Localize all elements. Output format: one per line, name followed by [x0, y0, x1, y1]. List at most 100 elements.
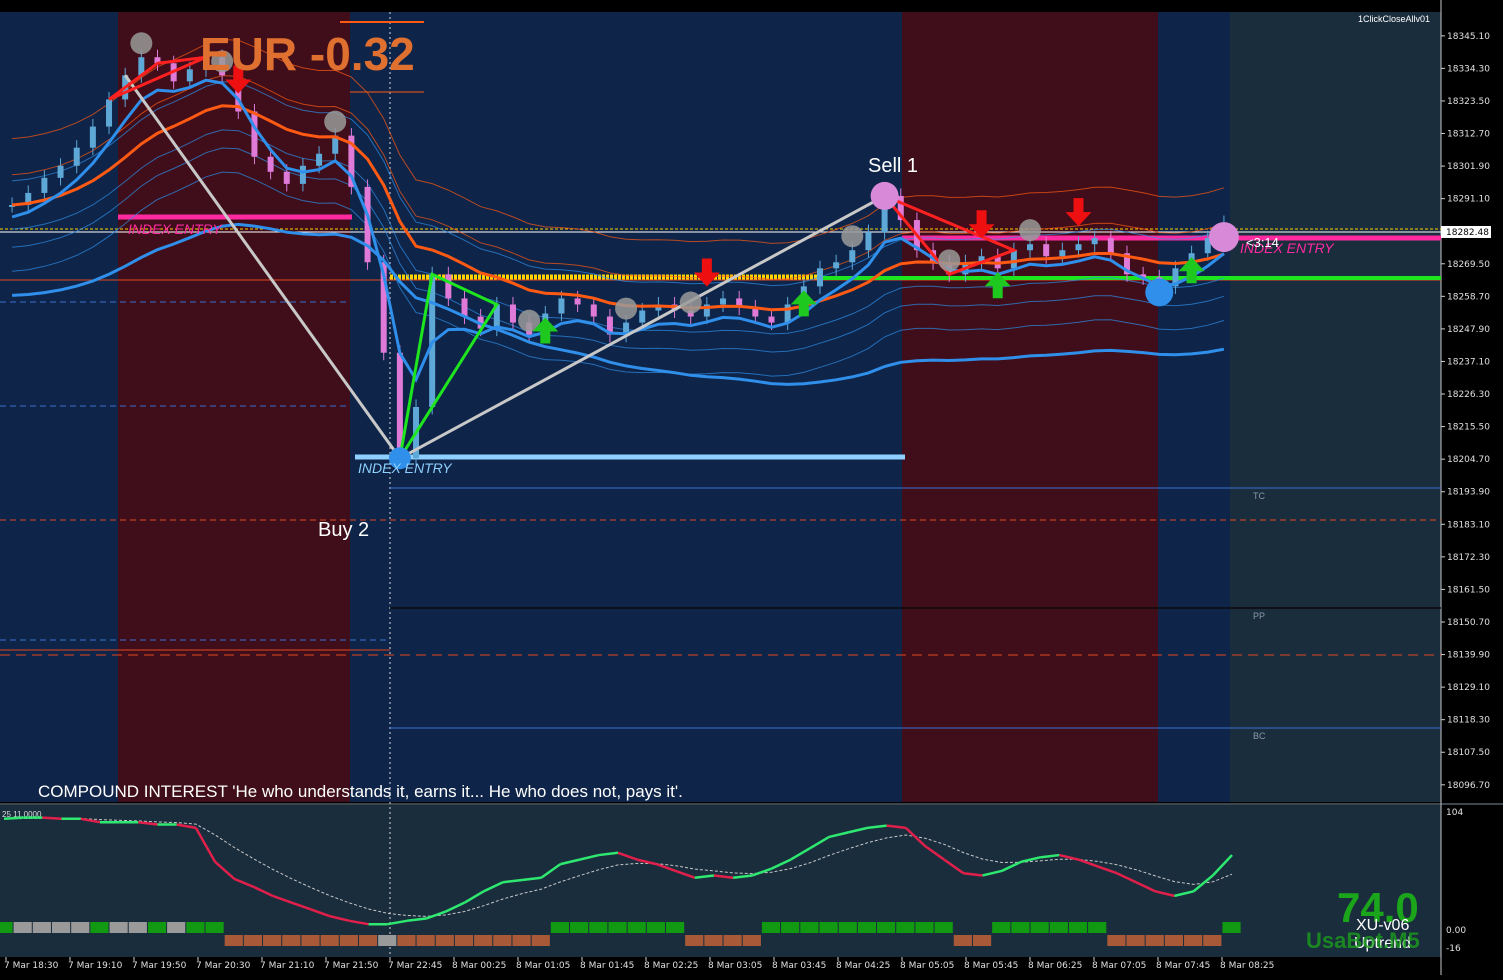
- pp-label: PP: [1253, 611, 1265, 621]
- time-tick-label: 8 Mar 01:45: [580, 961, 634, 971]
- histogram-block: [570, 922, 589, 933]
- price-tick-label: 18150.70: [1447, 618, 1490, 628]
- price-tick-label: 18139.90: [1447, 651, 1490, 661]
- histogram-block: [1126, 935, 1145, 946]
- time-tick-label: 8 Mar 07:05: [1092, 961, 1146, 971]
- histogram-block: [358, 935, 378, 946]
- time-tick-label: 7 Mar 22:45: [388, 961, 442, 971]
- profit-label: EUR -0.32: [200, 28, 415, 80]
- histogram-block: [1088, 922, 1107, 933]
- price-tick-label: 18334.30: [1447, 64, 1490, 74]
- candle-body: [1091, 238, 1098, 245]
- tc-label: TC: [1253, 491, 1265, 501]
- histogram-block: [454, 935, 474, 946]
- histogram-block: [1164, 935, 1184, 946]
- time-tick-label: 8 Mar 01:05: [516, 961, 570, 971]
- time-tick-label: 7 Mar 19:50: [132, 961, 187, 971]
- histogram-block: [243, 935, 263, 946]
- histogram-block: [32, 922, 51, 933]
- price-tick-label: 18226.30: [1447, 390, 1490, 400]
- histogram-block: [665, 922, 685, 933]
- histogram-block: [1068, 922, 1088, 933]
- buy-circle-marker-2: [1145, 278, 1174, 307]
- time-tick-label: 8 Mar 05:45: [964, 961, 1018, 971]
- bc-label: BC: [1253, 731, 1266, 741]
- time-tick-label: 8 Mar 08:25: [1220, 961, 1274, 971]
- grey-circle-marker: [324, 110, 347, 133]
- histogram-block: [224, 935, 243, 946]
- time-tick-label: 8 Mar 06:25: [1028, 961, 1082, 971]
- trading-terminal: EUR -0.32 1ClickCloseAllv01 Buy 2 Sell 1…: [0, 0, 1503, 975]
- price-tick-label: 18258.70: [1447, 292, 1490, 302]
- histogram-block: [435, 935, 454, 946]
- histogram-block: [186, 922, 205, 933]
- histogram-block: [0, 922, 13, 933]
- time-tick-label: 7 Mar 21:50: [324, 961, 379, 971]
- candle-body: [73, 147, 80, 166]
- oscillator-segment: [3, 816, 24, 821]
- histogram-block: [877, 922, 896, 933]
- ea-name-label: 1ClickCloseAllv01: [1358, 14, 1430, 24]
- histogram-block: [71, 922, 90, 933]
- candle-body: [768, 316, 775, 323]
- price-tick-label: 18247.90: [1447, 325, 1490, 335]
- histogram-block: [896, 922, 915, 933]
- histogram-block: [857, 922, 877, 933]
- price-tick-label: 18096.70: [1447, 781, 1490, 791]
- histogram-block: [167, 922, 186, 933]
- time-tick-label: 7 Mar 20:30: [196, 961, 251, 971]
- price-tick-label: 18269.50: [1447, 260, 1490, 270]
- price-tick-label: 18107.50: [1447, 748, 1490, 758]
- candle-body: [1059, 250, 1066, 257]
- histogram-block: [13, 922, 32, 933]
- price-tick-label: 18323.50: [1447, 97, 1490, 107]
- histogram-block: [301, 935, 320, 946]
- histogram-block: [1030, 922, 1049, 933]
- candle-body: [106, 99, 113, 127]
- candle-body: [558, 298, 565, 314]
- histogram-block: [934, 922, 953, 933]
- time-tick-label: 8 Mar 03:05: [708, 961, 762, 971]
- sell-circle-marker: [870, 181, 899, 210]
- buy-2-label: Buy 2: [318, 519, 369, 541]
- time-tick-label: 7 Mar 19:10: [68, 961, 123, 971]
- price-tick-label: 18301.90: [1447, 162, 1490, 172]
- histogram-block: [397, 935, 416, 946]
- candle-body: [445, 274, 452, 299]
- index-entry-label-2: INDEX ENTRY: [358, 460, 453, 476]
- price-tick-label: 18204.70: [1447, 455, 1490, 465]
- histogram-block: [550, 922, 570, 933]
- price-tick-label: 18312.70: [1447, 130, 1490, 140]
- price-tick-label: 18161.50: [1447, 585, 1490, 595]
- histogram-block: [723, 935, 742, 946]
- histogram-block: [1184, 935, 1203, 946]
- histogram-block: [128, 922, 147, 933]
- histogram-block: [953, 935, 972, 946]
- histogram-block: [608, 922, 627, 933]
- candle-body: [1075, 244, 1082, 251]
- grey-circle-marker: [1019, 219, 1042, 242]
- sell-1-label: Sell 1: [868, 155, 918, 177]
- price-tick-label: 18172.30: [1447, 553, 1490, 563]
- candle-body: [816, 268, 823, 287]
- time-tick-label: 8 Mar 04:25: [836, 961, 890, 971]
- histogram-block: [1145, 935, 1164, 946]
- histogram-block: [1011, 922, 1030, 933]
- histogram-block: [51, 922, 71, 933]
- candle-body: [865, 232, 872, 251]
- time-tick-label: 8 Mar 03:45: [772, 961, 826, 971]
- price-chart[interactable]: EUR -0.32 1ClickCloseAllv01 Buy 2 Sell 1…: [0, 0, 1503, 975]
- price-tick-label: 18193.90: [1447, 488, 1490, 498]
- grey-circle-marker: [615, 297, 638, 320]
- candle-body: [41, 177, 48, 193]
- future-area-bg: [1230, 12, 1441, 802]
- histogram-block: [378, 935, 397, 946]
- histogram-block: [320, 935, 339, 946]
- price-tick-label: 18345.10: [1447, 32, 1490, 42]
- time-tick-label: 8 Mar 00:25: [452, 961, 506, 971]
- price-tick-label: 18215.50: [1447, 423, 1490, 433]
- grey-circle-marker: [130, 32, 153, 55]
- histogram-block: [781, 922, 800, 933]
- histogram-block: [800, 922, 819, 933]
- histogram-block: [147, 922, 167, 933]
